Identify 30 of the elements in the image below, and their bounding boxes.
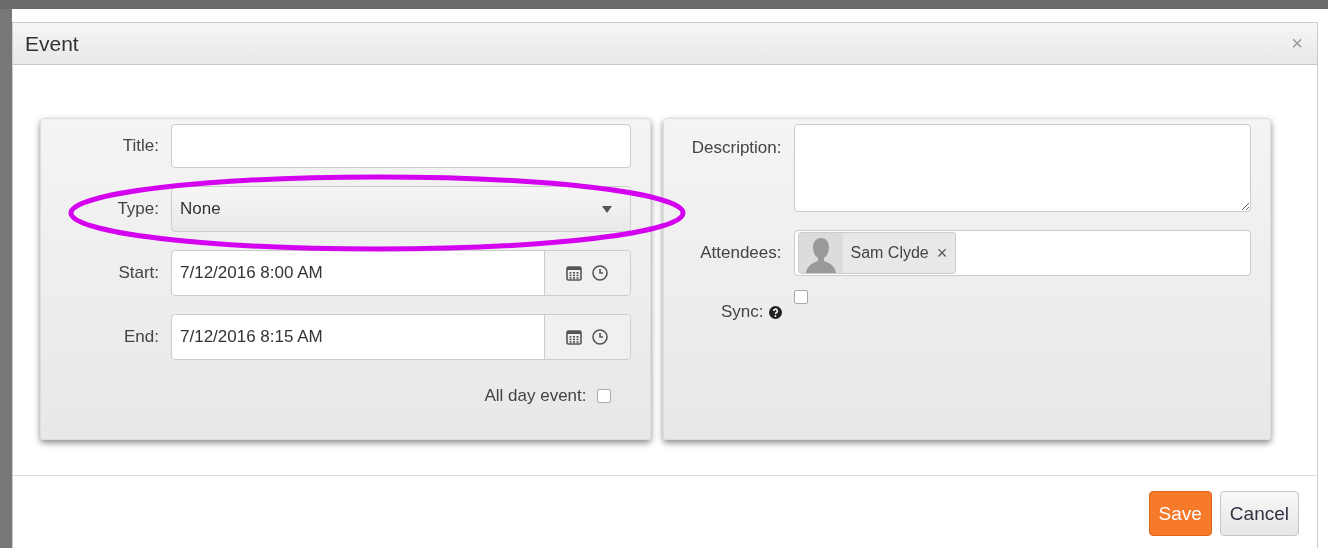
title-input[interactable] [171,124,631,168]
datetime-input[interactable]: 7/12/2016 8:15 AM [172,315,544,359]
calendar-icon [565,264,583,282]
clock-icon [591,264,609,282]
checkbox[interactable] [596,389,611,403]
checkbox[interactable] [793,290,808,304]
picker-button[interactable] [543,251,630,295]
attendee-name: Sam Clyde [850,244,929,262]
clock-icon [591,328,609,346]
field-label: Title: [122,136,159,156]
remove-button[interactable]: × [936,242,948,264]
field-label: Type: [117,199,159,219]
field-label: Start: [118,263,159,283]
checkbox-label: All day event: [484,386,587,406]
type-select[interactable]: None [171,186,631,232]
picker-button[interactable] [543,315,630,359]
caret-icon [601,205,612,213]
field-label: Attendees: [700,243,782,263]
dialog-title: Event [25,31,79,56]
datetime-field[interactable]: 7/12/2016 8:15 AM [171,314,631,360]
description-textarea[interactable] [793,124,1251,212]
field-label: End: [124,327,159,347]
datetime-field[interactable]: 7/12/2016 8:00 AM [171,250,631,296]
cancel-button[interactable]: Cancel [1219,491,1299,536]
field-label: Description: [691,137,782,158]
field-label: Sync: [720,302,764,322]
calendar-icon [565,328,583,346]
avatar-icon [798,233,843,273]
datetime-input[interactable]: 7/12/2016 8:00 AM [172,251,544,295]
attendees-field[interactable]: Sam Clyde × [793,230,1251,276]
